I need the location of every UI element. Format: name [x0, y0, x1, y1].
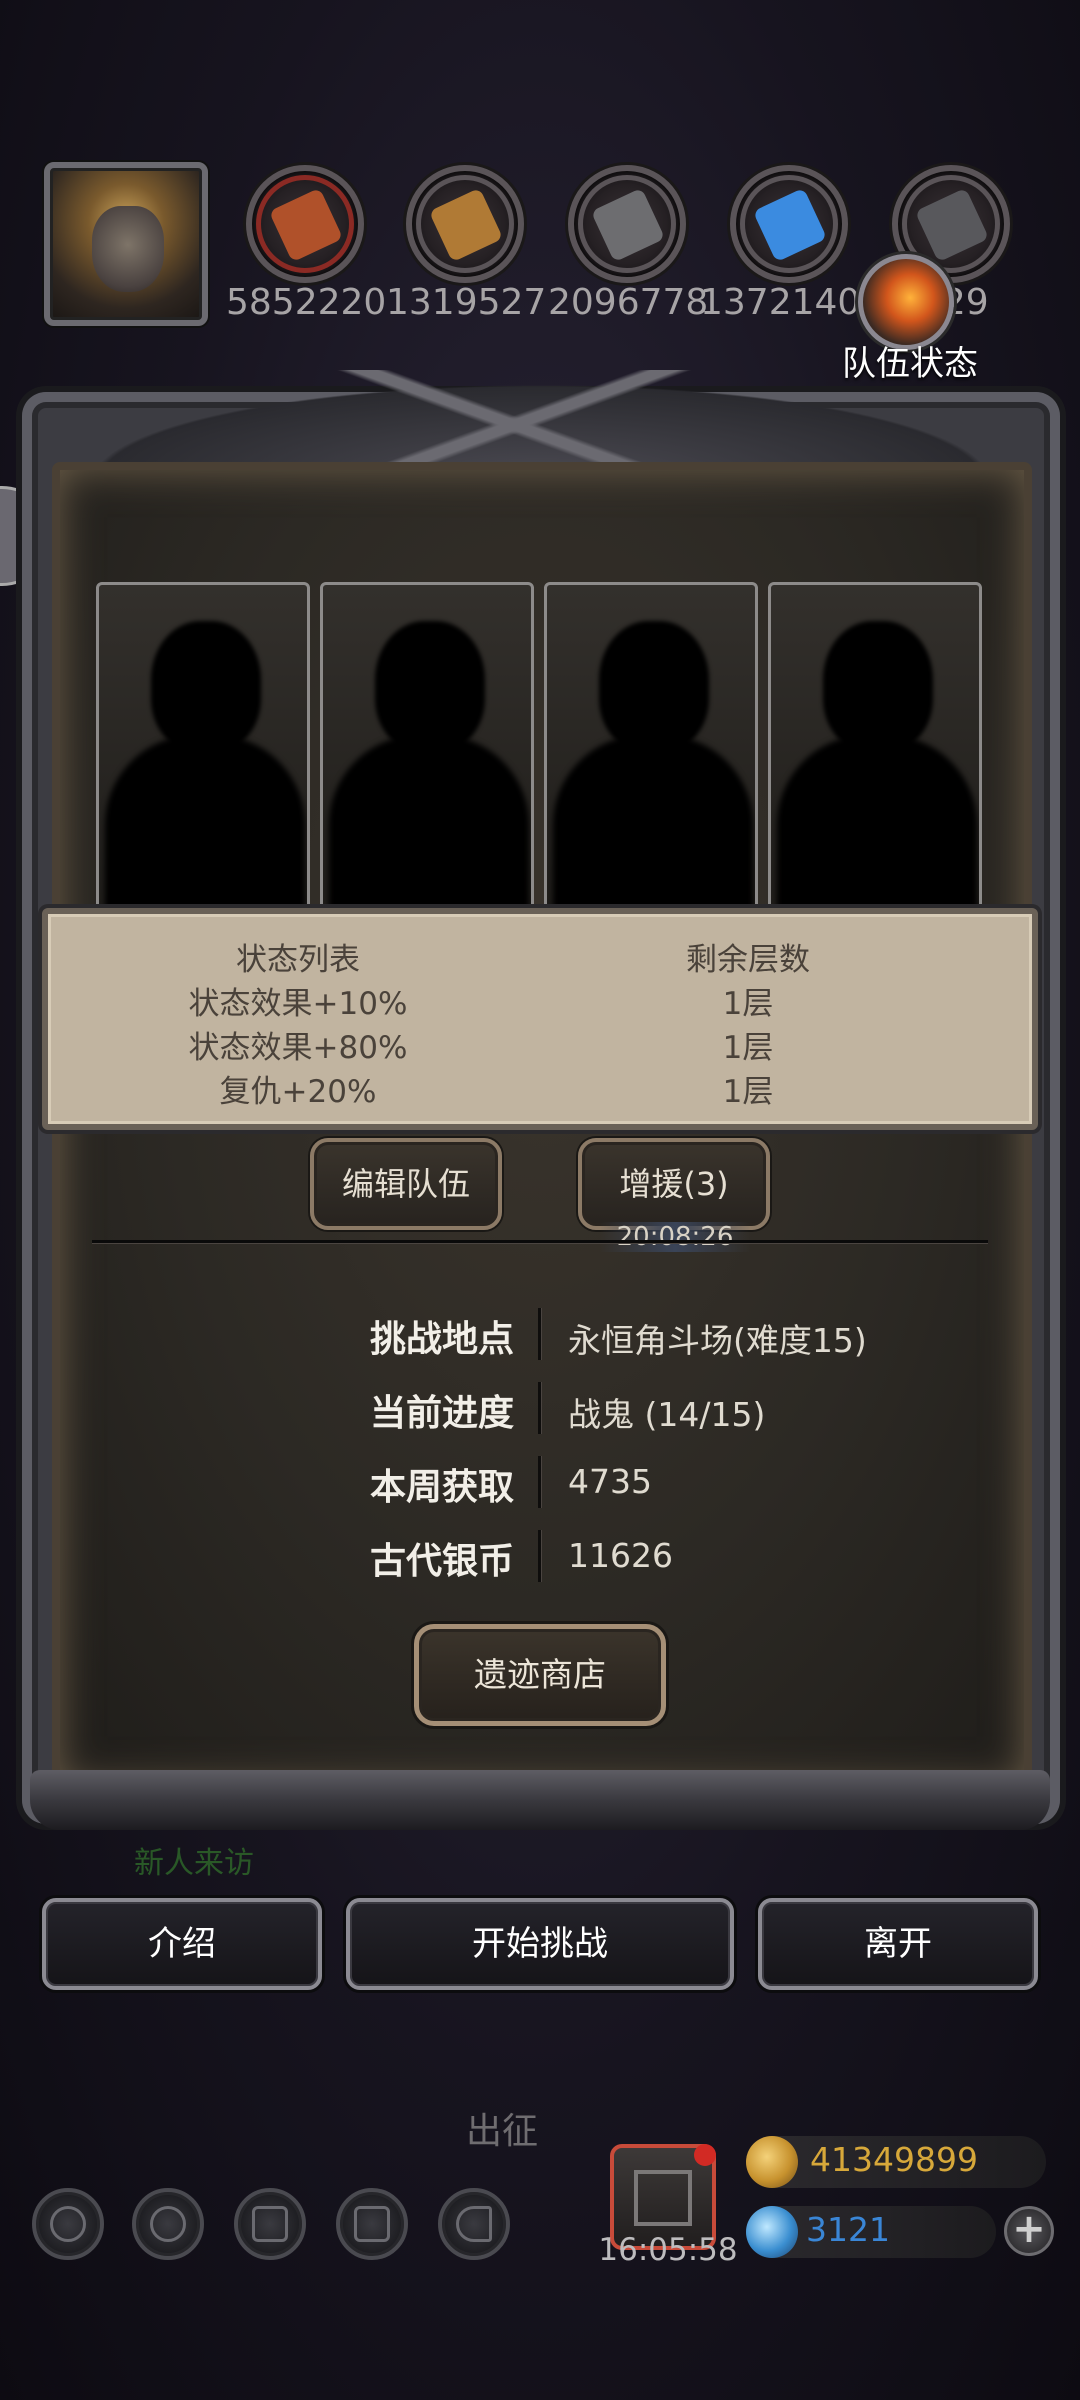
notification-dot — [694, 2144, 716, 2166]
settings-icon[interactable] — [32, 2188, 104, 2260]
relic-shop-button[interactable]: 遗迹商店 — [414, 1624, 666, 1726]
info-separator — [538, 1530, 541, 1582]
ancient-silver-value: 11626 — [568, 1536, 673, 1575]
meat-resource-value: 5852220 — [226, 282, 387, 323]
crystal-resource-icon[interactable] — [730, 165, 848, 283]
status-row: 状态效果+10% 1层 — [48, 978, 1032, 1022]
panel-bottom-ornament — [30, 1770, 1050, 1830]
status-name: 状态效果+10% — [188, 986, 408, 1022]
intro-button[interactable]: 介绍 — [42, 1898, 322, 1990]
reinforce-timer: 20:08:26 — [600, 1222, 750, 1252]
info-separator — [538, 1308, 541, 1360]
status-layers: 1层 — [722, 1074, 774, 1110]
weekly-gain-label: 本周获取 — [369, 1467, 514, 1508]
gem-icon — [746, 2206, 798, 2258]
challenge-location-label: 挑战地点 — [369, 1319, 514, 1360]
status-name: 复仇+20% — [219, 1074, 377, 1110]
expedition-label: 出征 — [466, 2111, 539, 2152]
team-slot-2[interactable] — [320, 582, 534, 910]
current-progress-label: 当前进度 — [369, 1393, 514, 1434]
team-slot-1[interactable] — [96, 582, 310, 910]
leave-button[interactable]: 离开 — [758, 1898, 1038, 1990]
wood-resource-icon[interactable] — [406, 165, 524, 283]
player-avatar[interactable] — [44, 162, 208, 326]
mail-icon[interactable] — [336, 2188, 408, 2260]
gold-coin-icon — [746, 2136, 798, 2188]
start-challenge-button[interactable]: 开始挑战 — [346, 1898, 734, 1990]
add-gems-button[interactable]: + — [1004, 2206, 1054, 2256]
ancient-silver-label: 古代银币 — [369, 1541, 514, 1582]
horn-icon[interactable] — [438, 2188, 510, 2260]
weekly-gain-value: 4735 — [568, 1462, 652, 1501]
team-slot-4[interactable] — [768, 582, 982, 910]
team-slot-3[interactable] — [544, 582, 758, 910]
status-list-header: 状态列表 — [236, 942, 360, 978]
meat-resource-icon[interactable] — [246, 165, 364, 283]
status-row: 状态效果+80% 1层 — [48, 1022, 1032, 1066]
challenge-location-value: 永恒角斗场(难度15) — [568, 1321, 867, 1360]
portrait-icon — [92, 206, 164, 292]
status-layers: 1层 — [722, 986, 774, 1022]
iron-resource-value: 2096778 — [548, 282, 709, 323]
gift-icon — [634, 2170, 692, 2226]
iron-resource-icon[interactable] — [568, 165, 686, 283]
status-header-row: 状态列表 剩余层数 — [48, 934, 1032, 978]
info-separator — [538, 1382, 541, 1434]
info-separator — [538, 1456, 541, 1508]
status-row: 复仇+20% 1层 — [48, 1066, 1032, 1110]
gift-timer: 16:05:58 — [598, 2232, 738, 2268]
status-layers: 1层 — [722, 1030, 774, 1066]
gem-amount: 3121 — [806, 2210, 890, 2249]
wood-resource-value: 1319527 — [386, 282, 547, 323]
reinforce-button[interactable]: 增援(3) — [578, 1138, 770, 1230]
gold-amount: 41349899 — [810, 2140, 978, 2179]
current-progress-value: 战鬼 (14/15) — [568, 1395, 766, 1434]
building-icon[interactable] — [234, 2188, 306, 2260]
divider — [92, 1240, 988, 1243]
remaining-layers-header: 剩余层数 — [686, 942, 810, 978]
star-icon[interactable] — [132, 2188, 204, 2260]
status-name: 状态效果+80% — [188, 1030, 408, 1066]
status-table: 状态列表 剩余层数 状态效果+10% 1层 状态效果+80% 1层 复仇+20%… — [42, 908, 1038, 1130]
edit-team-button[interactable]: 编辑队伍 — [310, 1138, 502, 1230]
new-visitor-text: 新人来访 — [134, 1846, 254, 1881]
crystal-resource-value: 1372140 — [700, 282, 861, 323]
